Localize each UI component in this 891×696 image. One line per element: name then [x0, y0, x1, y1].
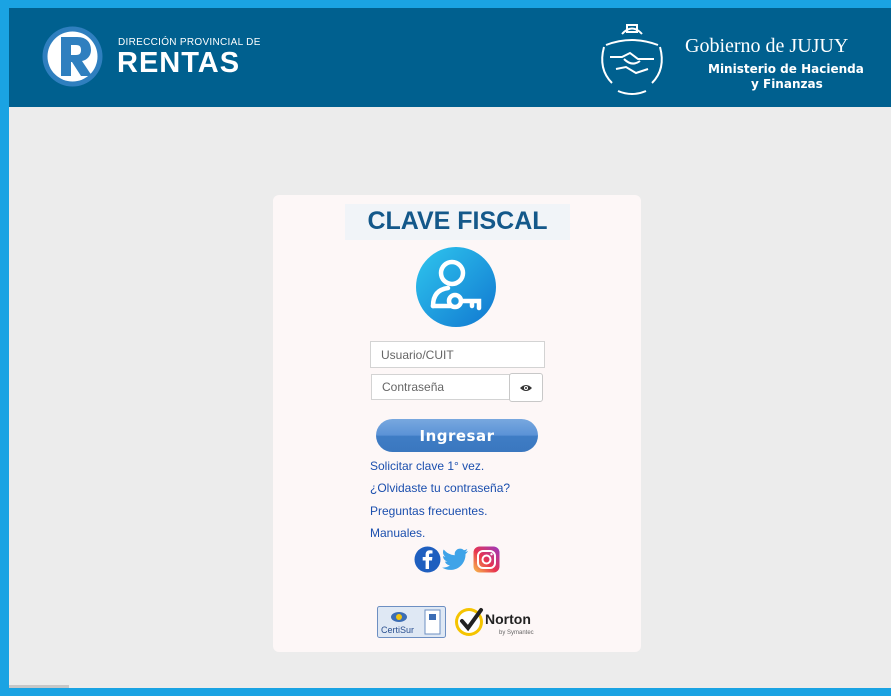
- government-title: Gobierno de JUJUY: [685, 35, 849, 57]
- facebook-icon[interactable]: [414, 546, 441, 573]
- login-card: CLAVE FISCAL Usuario/CUIT Ingresar Solic…: [273, 195, 641, 652]
- username-input[interactable]: [370, 341, 545, 368]
- rentas-logo-icon[interactable]: [41, 25, 104, 88]
- forgot-password-link[interactable]: ¿Olvidaste tu contraseña?: [370, 481, 510, 495]
- manuals-link[interactable]: Manuales.: [370, 526, 425, 540]
- page-frame: DIRECCIÓN PROVINCIAL DE RENTAS Gobierno …: [9, 8, 891, 688]
- certisur-label: CertiSur: [381, 625, 414, 635]
- request-key-link[interactable]: Solicitar clave 1° vez.: [370, 459, 484, 473]
- certisur-seal[interactable]: CertiSur: [377, 606, 446, 638]
- bottom-divider: [9, 685, 69, 688]
- password-input[interactable]: [371, 374, 510, 400]
- norton-seal[interactable]: Norton by Symantec: [453, 604, 539, 640]
- ministry-line-2: y Finanzas: [751, 77, 823, 91]
- instagram-icon[interactable]: [473, 546, 500, 573]
- page-title: CLAVE FISCAL: [367, 207, 548, 235]
- login-button[interactable]: Ingresar: [376, 419, 538, 452]
- title-box: CLAVE FISCAL: [345, 204, 570, 240]
- show-password-button[interactable]: [509, 373, 543, 402]
- norton-label: Norton: [485, 611, 531, 627]
- brand-title: RENTAS: [117, 47, 241, 79]
- jujuy-emblem-icon: [601, 24, 663, 95]
- norton-sub: by Symantec: [499, 630, 534, 636]
- site-header: DIRECCIÓN PROVINCIAL DE RENTAS Gobierno …: [9, 8, 891, 107]
- ministry-line-1: Ministerio de Hacienda: [708, 62, 864, 76]
- faq-link[interactable]: Preguntas frecuentes.: [370, 504, 487, 518]
- twitter-icon[interactable]: [442, 546, 469, 573]
- eye-icon: [520, 384, 532, 391]
- user-key-icon: [416, 247, 496, 327]
